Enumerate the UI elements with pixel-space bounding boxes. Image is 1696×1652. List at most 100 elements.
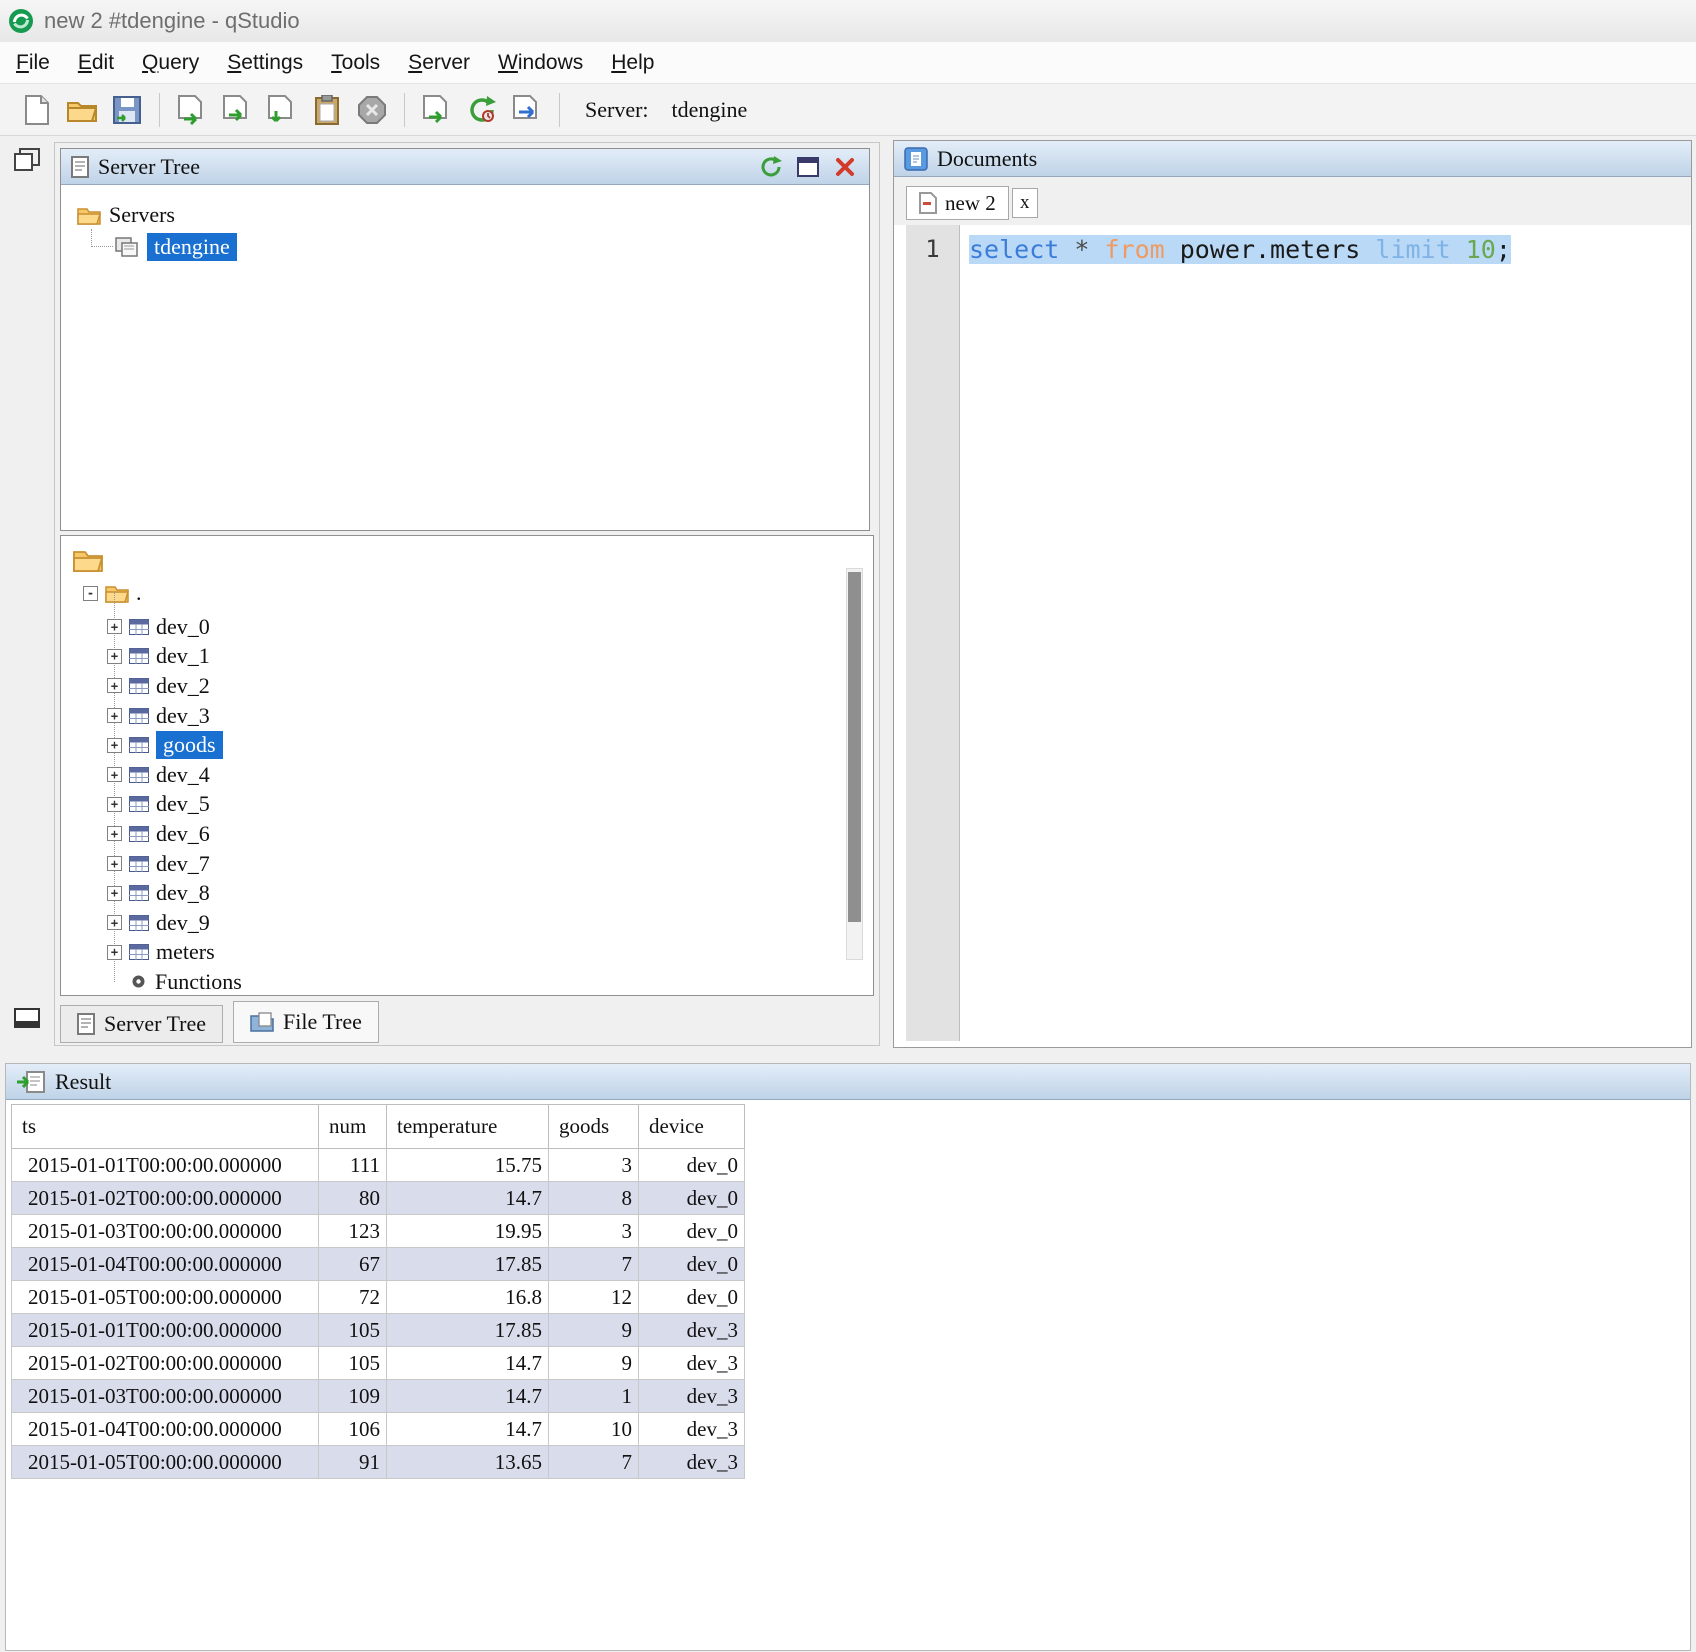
code-line-1[interactable]: select * from power.meters limit 10; bbox=[961, 235, 1685, 271]
result-cell[interactable]: 72 bbox=[319, 1281, 387, 1314]
paste-button[interactable] bbox=[308, 90, 346, 130]
close-tab-button[interactable]: x bbox=[1012, 188, 1038, 218]
run-selection-button[interactable] bbox=[263, 90, 301, 130]
expand-icon[interactable]: + bbox=[107, 856, 122, 871]
result-cell[interactable]: 1 bbox=[549, 1380, 639, 1413]
expand-icon[interactable]: + bbox=[107, 678, 122, 693]
result-cell[interactable]: 111 bbox=[319, 1149, 387, 1182]
result-cell[interactable]: 2015-01-01T00:00:00.000000 bbox=[12, 1314, 319, 1347]
refresh-tree-icon[interactable] bbox=[757, 154, 785, 180]
server-item-label[interactable]: tdengine bbox=[147, 233, 237, 261]
code-area[interactable]: select * from power.meters limit 10; bbox=[961, 225, 1685, 1041]
table-item-dev_3[interactable]: +dev_3 bbox=[107, 701, 833, 731]
expand-icon[interactable]: + bbox=[107, 619, 122, 634]
expand-icon[interactable]: + bbox=[107, 886, 122, 901]
menu-file[interactable]: File bbox=[2, 47, 64, 79]
result-row[interactable]: 2015-01-05T00:00:00.0000007216.812dev_0 bbox=[12, 1281, 745, 1314]
export-button[interactable] bbox=[508, 90, 546, 130]
menu-tools[interactable]: Tools bbox=[317, 47, 394, 79]
column-header-goods[interactable]: goods bbox=[549, 1105, 639, 1149]
menu-windows[interactable]: Windows bbox=[484, 47, 597, 79]
expand-icon[interactable]: + bbox=[107, 826, 122, 841]
expand-icon[interactable]: + bbox=[107, 945, 122, 960]
result-cell[interactable]: dev_0 bbox=[639, 1182, 745, 1215]
save-button[interactable] bbox=[108, 90, 146, 130]
expand-icon[interactable]: + bbox=[107, 915, 122, 930]
tab-server-tree[interactable]: Server Tree bbox=[60, 1005, 223, 1043]
table-item-goods[interactable]: + goods bbox=[107, 730, 833, 760]
table-item-dev_2[interactable]: +dev_2 bbox=[107, 671, 833, 701]
result-row[interactable]: 2015-01-03T00:00:00.00000012319.953dev_0 bbox=[12, 1215, 745, 1248]
server-selector-value[interactable]: tdengine bbox=[672, 97, 748, 123]
result-cell[interactable]: 3 bbox=[549, 1215, 639, 1248]
table-item-dev_6[interactable]: + dev_6 bbox=[107, 819, 833, 849]
result-cell[interactable]: 2015-01-05T00:00:00.000000 bbox=[12, 1281, 319, 1314]
maximize-panel-icon[interactable] bbox=[794, 154, 822, 180]
result-cell[interactable]: 15.75 bbox=[387, 1149, 549, 1182]
menu-query[interactable]: Query bbox=[128, 47, 213, 79]
run-script-button[interactable] bbox=[418, 90, 456, 130]
expand-icon[interactable]: + bbox=[107, 767, 122, 782]
menu-help[interactable]: Help bbox=[597, 47, 668, 79]
result-cell[interactable]: 80 bbox=[319, 1182, 387, 1215]
table-label[interactable]: dev_6 bbox=[156, 821, 210, 847]
table-item-dev_4[interactable]: + dev_4 bbox=[107, 760, 833, 790]
table-label[interactable]: dev_3 bbox=[156, 703, 210, 729]
expand-icon[interactable]: + bbox=[107, 738, 122, 753]
column-header-ts[interactable]: ts bbox=[12, 1105, 319, 1149]
menu-settings[interactable]: Settings bbox=[213, 47, 317, 79]
menu-edit[interactable]: Edit bbox=[64, 47, 128, 79]
result-cell[interactable]: 3 bbox=[549, 1149, 639, 1182]
result-cell[interactable]: 14.7 bbox=[387, 1413, 549, 1446]
refresh-button[interactable] bbox=[463, 90, 501, 130]
result-cell[interactable]: 109 bbox=[319, 1380, 387, 1413]
result-row[interactable]: 2015-01-01T00:00:00.00000011115.753dev_0 bbox=[12, 1149, 745, 1182]
result-cell[interactable]: 2015-01-04T00:00:00.000000 bbox=[12, 1248, 319, 1281]
servers-root-label[interactable]: Servers bbox=[109, 202, 175, 228]
tab-new-2[interactable]: new 2 bbox=[906, 186, 1009, 220]
new-document-button[interactable] bbox=[18, 90, 56, 130]
result-cell[interactable]: 19.95 bbox=[387, 1215, 549, 1248]
table-label[interactable]: dev_4 bbox=[156, 762, 210, 788]
result-cell[interactable]: 2015-01-04T00:00:00.000000 bbox=[12, 1413, 319, 1446]
open-file-button[interactable] bbox=[63, 90, 101, 130]
result-cell[interactable]: 2015-01-02T00:00:00.000000 bbox=[12, 1182, 319, 1215]
column-header-device[interactable]: device bbox=[639, 1105, 745, 1149]
server-item-tdengine[interactable]: tdengine bbox=[115, 231, 869, 263]
result-cell[interactable]: 13.65 bbox=[387, 1446, 549, 1479]
result-cell[interactable]: dev_3 bbox=[639, 1380, 745, 1413]
result-row[interactable]: 2015-01-04T00:00:00.00000010614.710dev_3 bbox=[12, 1413, 745, 1446]
result-cell[interactable]: 10 bbox=[549, 1413, 639, 1446]
result-cell[interactable]: 7 bbox=[549, 1446, 639, 1479]
result-row[interactable]: 2015-01-02T00:00:00.00000010514.79dev_3 bbox=[12, 1347, 745, 1380]
result-cell[interactable]: 17.85 bbox=[387, 1314, 549, 1347]
scrollbar-thumb[interactable] bbox=[848, 572, 861, 922]
result-row[interactable]: 2015-01-02T00:00:00.0000008014.78dev_0 bbox=[12, 1182, 745, 1215]
result-cell[interactable]: dev_0 bbox=[639, 1248, 745, 1281]
result-cell[interactable]: 2015-01-05T00:00:00.000000 bbox=[12, 1446, 319, 1479]
tab-file-tree[interactable]: File Tree bbox=[233, 1001, 379, 1043]
cascade-windows-icon[interactable] bbox=[14, 148, 40, 172]
table-label[interactable]: dev_9 bbox=[156, 910, 210, 936]
expand-icon[interactable]: + bbox=[107, 797, 122, 812]
table-label[interactable]: dev_7 bbox=[156, 851, 210, 877]
stop-query-button[interactable] bbox=[353, 90, 391, 130]
functions-item[interactable]: Functions bbox=[107, 967, 242, 996]
result-cell[interactable]: 105 bbox=[319, 1347, 387, 1380]
table-label[interactable]: goods bbox=[156, 731, 223, 759]
result-cell[interactable]: 9 bbox=[549, 1314, 639, 1347]
result-cell[interactable]: 2015-01-01T00:00:00.000000 bbox=[12, 1149, 319, 1182]
table-label[interactable]: dev_1 bbox=[156, 643, 210, 669]
column-header-num[interactable]: num bbox=[319, 1105, 387, 1149]
result-cell[interactable]: 106 bbox=[319, 1413, 387, 1446]
restore-window-icon[interactable] bbox=[14, 1008, 40, 1028]
table-item-dev_9[interactable]: + dev_9 bbox=[107, 908, 833, 938]
table-item-dev_1[interactable]: +dev_1 bbox=[107, 642, 833, 672]
functions-label[interactable]: Functions bbox=[155, 969, 242, 995]
collapse-icon[interactable]: - bbox=[83, 586, 98, 601]
result-cell[interactable]: dev_0 bbox=[639, 1215, 745, 1248]
result-cell[interactable]: 91 bbox=[319, 1446, 387, 1479]
run-query-button[interactable] bbox=[173, 90, 211, 130]
result-cell[interactable]: 8 bbox=[549, 1182, 639, 1215]
result-row[interactable]: 2015-01-01T00:00:00.00000010517.859dev_3 bbox=[12, 1314, 745, 1347]
